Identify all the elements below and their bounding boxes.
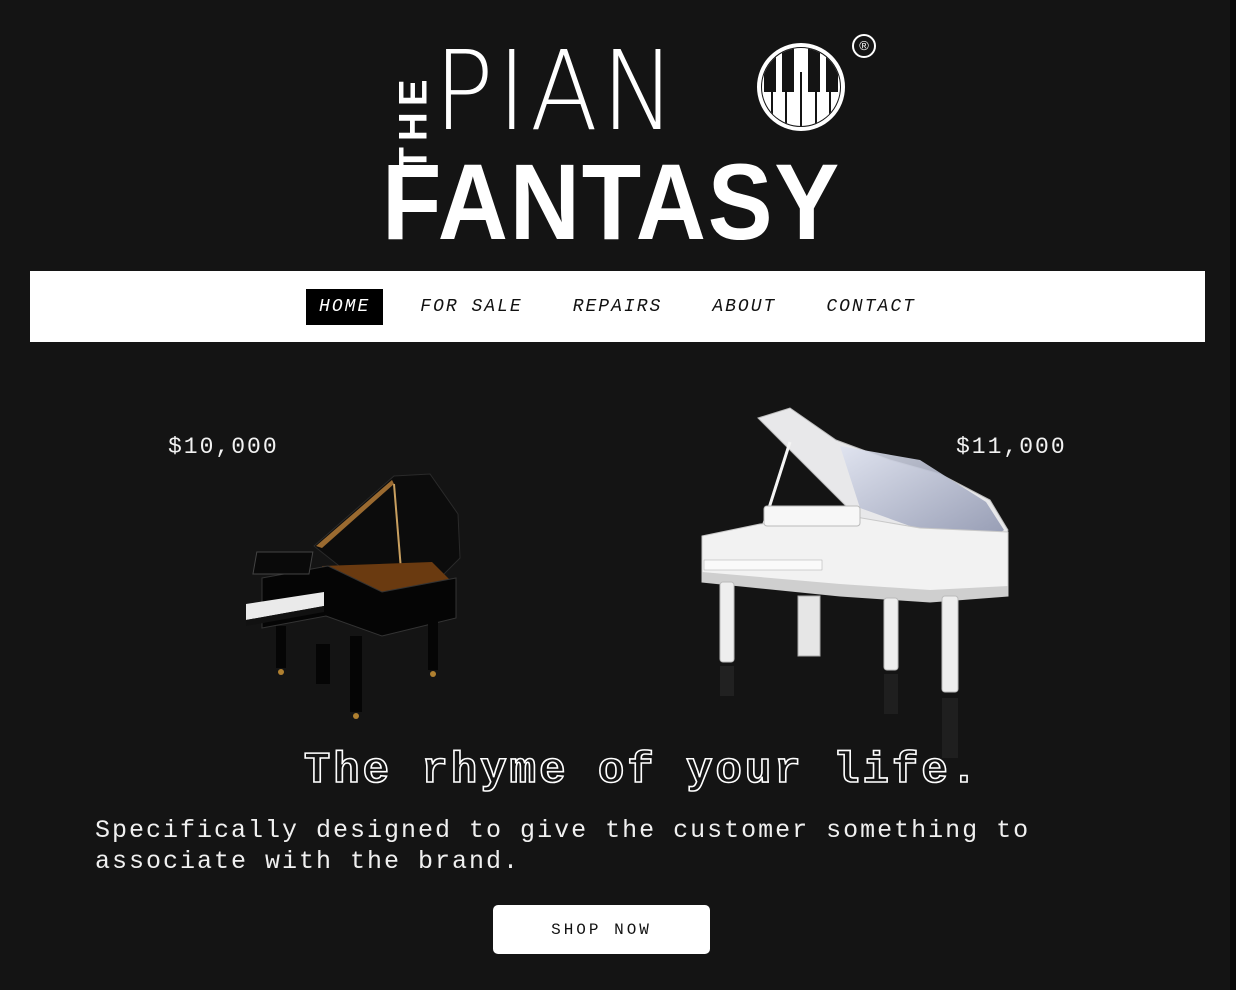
nav-item-about[interactable]: ABOUT — [699, 289, 789, 325]
shop-now-button[interactable]: SHOP NOW — [493, 905, 710, 954]
black-grand-piano-image[interactable] — [232, 466, 472, 728]
nav-item-repairs[interactable]: REPAIRS — [560, 289, 676, 325]
hero-tagline: The rhyme of your life. — [303, 745, 981, 797]
logo-piano-text: PIAN — [434, 27, 680, 155]
window-edge — [1230, 0, 1236, 990]
hero-description: Specifically designed to give the custom… — [95, 816, 1031, 876]
logo-fantasy-text: FANTASY — [382, 141, 842, 262]
white-grand-piano-image[interactable] — [690, 400, 1020, 770]
registered-mark: ® — [852, 34, 876, 58]
main-navigation: HOME FOR SALE REPAIRS ABOUT CONTACT — [30, 271, 1205, 342]
product-price-1: $10,000 — [168, 434, 279, 460]
nav-item-contact[interactable]: CONTACT — [813, 289, 929, 325]
nav-item-home[interactable]: HOME — [306, 288, 384, 325]
piano-keys-icon — [757, 43, 845, 131]
nav-item-for-sale[interactable]: FOR SALE — [407, 289, 535, 325]
brand-logo[interactable]: THE PIAN ® FANTASY — [380, 27, 880, 262]
